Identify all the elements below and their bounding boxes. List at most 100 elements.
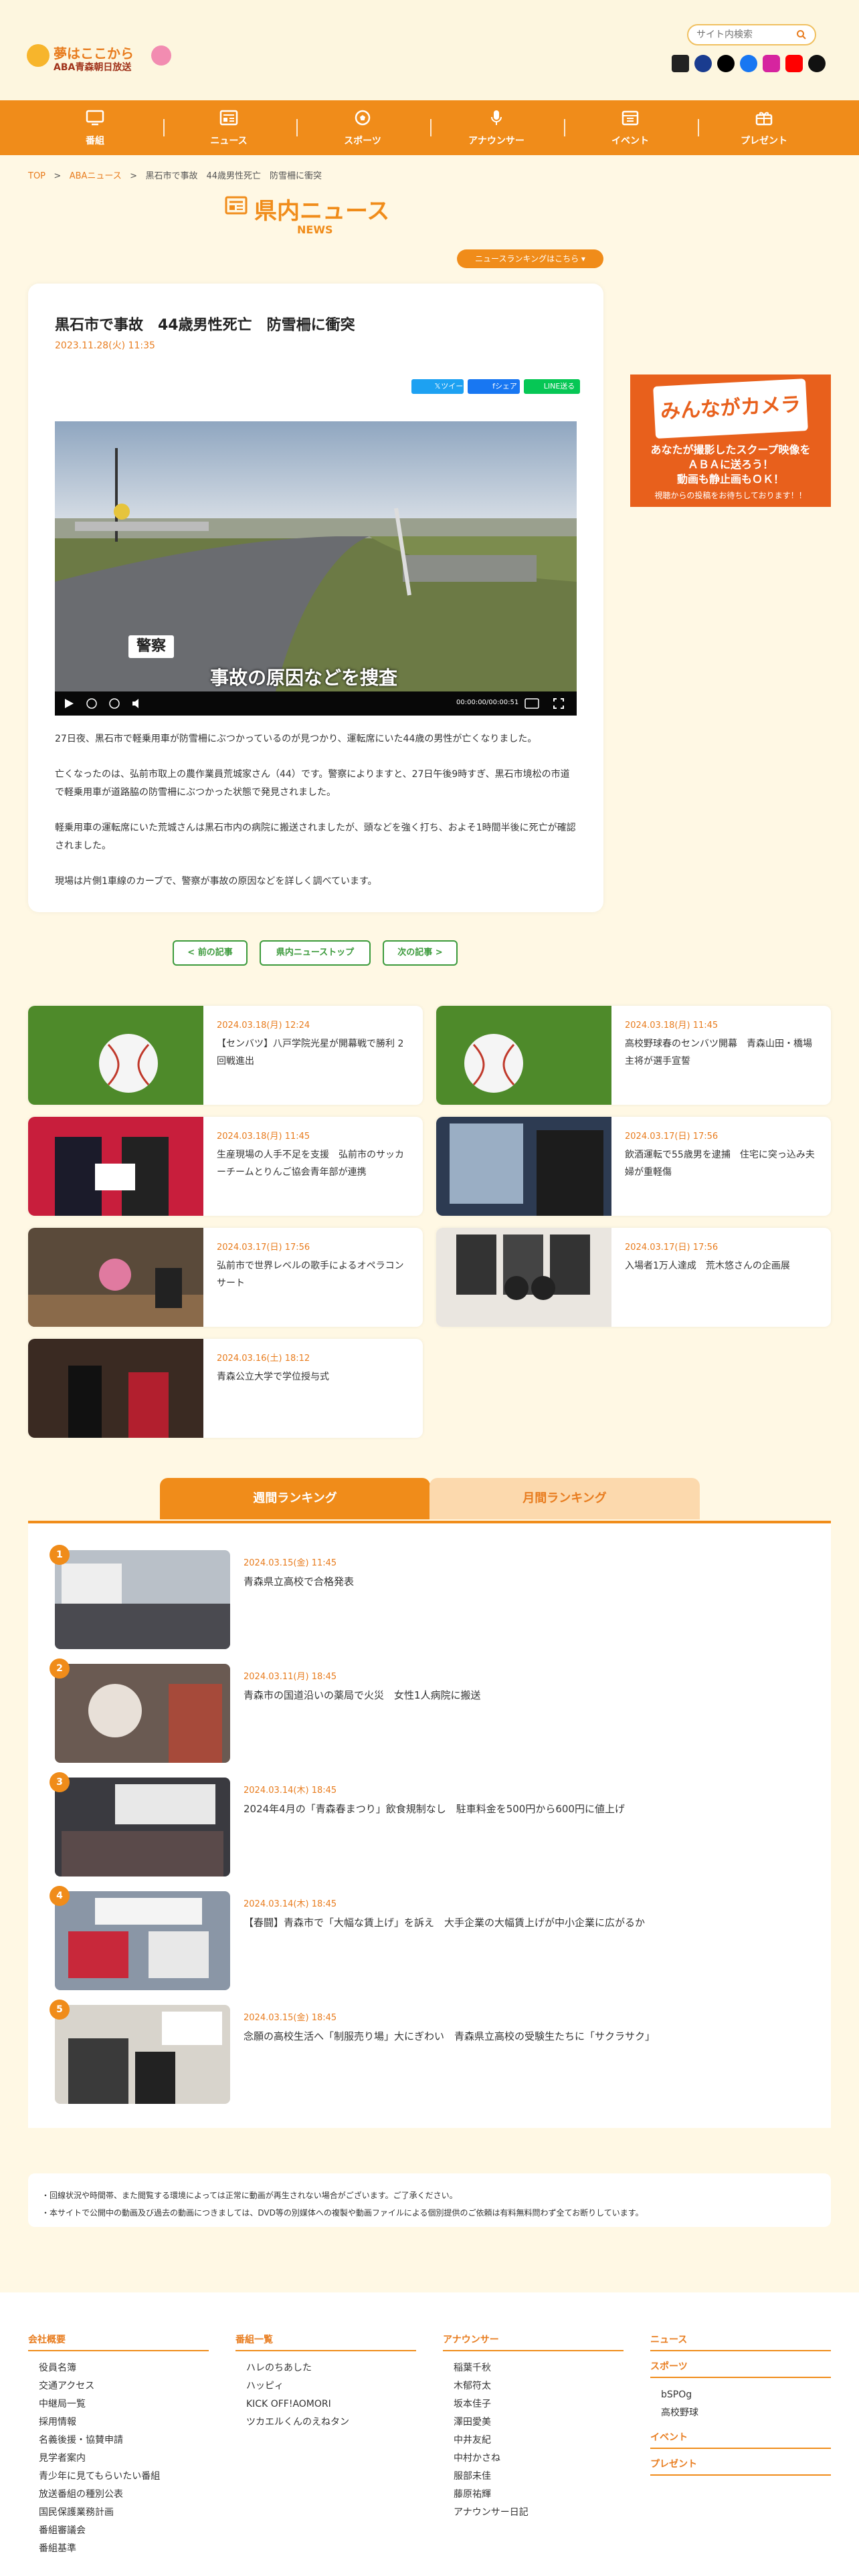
news-date: 2024.03.17(日) 17:56 bbox=[625, 1132, 719, 1142]
footer-link[interactable]: ハレのちあした bbox=[235, 2359, 416, 2377]
line-send-button[interactable]: LINE 送る bbox=[524, 379, 580, 394]
news-card[interactable]: 2024.03.17(日) 17:56 飲酒運転で55歳男を逮捕 住宅に突っ込み… bbox=[436, 1117, 831, 1216]
footer-link[interactable]: 坂本佳子 bbox=[443, 2395, 624, 2413]
tiktok-icon[interactable] bbox=[808, 55, 826, 72]
microphone-icon bbox=[491, 110, 502, 125]
abema-icon[interactable] bbox=[672, 55, 689, 72]
ranking-date: 2024.03.14(木) 18:45 bbox=[244, 1786, 337, 1796]
footer-link[interactable]: KICK OFF!AOMORI bbox=[235, 2395, 416, 2413]
nav-label: イベント bbox=[611, 136, 649, 146]
footer-link[interactable]: 中村かさね bbox=[443, 2450, 624, 2468]
ranking-thumbnail bbox=[55, 2005, 230, 2104]
footer-heading[interactable]: 会社概要 bbox=[28, 2333, 209, 2351]
footer-link[interactable]: 役員名簿 bbox=[28, 2359, 209, 2377]
footer-link[interactable]: ツカエルくんのえねタン bbox=[235, 2413, 416, 2432]
subtitles-icon[interactable] bbox=[524, 698, 539, 709]
news-card[interactable]: 2024.03.18(月) 12:24 【センバツ】八戸学院光星が開幕戦で勝利 … bbox=[28, 1006, 423, 1105]
footer-heading[interactable]: アナウンサー bbox=[443, 2333, 624, 2351]
footer-link[interactable]: 稲葉千秋 bbox=[443, 2359, 624, 2377]
tweet-button[interactable]: 𝕏 ツイート bbox=[411, 379, 464, 405]
prev-article-button[interactable]: < 前の記事 bbox=[173, 940, 248, 966]
forward-10-icon[interactable] bbox=[108, 697, 120, 710]
x-icon[interactable] bbox=[717, 55, 735, 72]
footer-link[interactable]: 国民保護業務計画 bbox=[28, 2504, 209, 2522]
footer-link[interactable]: アナウンサー日記 bbox=[443, 2504, 624, 2522]
news-card[interactable]: 2024.03.16(土) 18:12 青森公立大学で学位授与式 bbox=[28, 1339, 423, 1438]
banner-title: みんながカメラマン bbox=[653, 379, 808, 473]
bspog-icon[interactable] bbox=[694, 55, 712, 72]
ranking-item[interactable]: 1 2024.03.15(金) 11:45 青森県立高校で合格発表 bbox=[50, 1545, 791, 1650]
footer-link[interactable]: 青少年に見てもらいたい番組 bbox=[28, 2468, 209, 2486]
tab-monthly-ranking[interactable]: 月間ランキング bbox=[430, 1478, 700, 1519]
rewind-10-icon[interactable] bbox=[86, 697, 98, 710]
ranking-item[interactable]: 2 2024.03.11(月) 18:45 青森市の国道沿いの薬局で火災 女性1… bbox=[50, 1658, 791, 1764]
footer-link[interactable]: bSPOg bbox=[650, 2386, 831, 2404]
footer-link[interactable]: 中井友紀 bbox=[443, 2432, 624, 2450]
footer-heading[interactable]: イベント bbox=[650, 2430, 831, 2449]
ranking-item[interactable]: 3 2024.03.14(木) 18:45 2024年4月の「青森春まつり」飲食… bbox=[50, 1772, 791, 1878]
fullscreen-icon[interactable] bbox=[553, 697, 565, 710]
footer-link[interactable]: ハッピィ bbox=[235, 2377, 416, 2395]
minna-ga-cameraman-banner[interactable]: みんながカメラマン あなたが撮影したスクープ映像を ＡＢＡに送ろう！ 動画も静止… bbox=[630, 374, 831, 507]
youtube-icon[interactable] bbox=[785, 55, 803, 72]
ranking-thumbnail bbox=[55, 1664, 230, 1763]
facebook-share-button[interactable]: f シェア bbox=[468, 379, 520, 394]
nav-label: プレゼント bbox=[741, 136, 787, 146]
news-card[interactable]: 2024.03.17(日) 17:56 弘前市で世界レベルの歌手によるオペラコン… bbox=[28, 1228, 423, 1327]
volume-icon[interactable] bbox=[131, 697, 143, 710]
nav-item-presents[interactable]: プレゼント bbox=[714, 100, 814, 155]
banner-line: あなたが撮影したスクープ映像を bbox=[650, 443, 811, 456]
search-icon[interactable] bbox=[796, 29, 807, 40]
news-card[interactable]: 2024.03.18(月) 11:45 生産現場の人手不足を支援 弘前市のサッカ… bbox=[28, 1117, 423, 1216]
nav-item-news[interactable]: ニュース bbox=[179, 100, 279, 155]
nav-item-events[interactable]: イベント bbox=[580, 100, 680, 155]
footer-link[interactable]: 木郁符太 bbox=[443, 2377, 624, 2395]
facebook-icon[interactable] bbox=[740, 55, 757, 72]
footer-link[interactable]: 番組基準 bbox=[28, 2540, 209, 2558]
nav-item-programs[interactable]: 番組 bbox=[45, 100, 145, 155]
footer-link[interactable]: 採用情報 bbox=[28, 2413, 209, 2432]
footer-link[interactable]: 澤田愛美 bbox=[443, 2413, 624, 2432]
site-search[interactable] bbox=[687, 24, 816, 45]
ranking-item[interactable]: 4 2024.03.14(木) 18:45 【春闘】青森市で「大幅な賃上げ」を訴… bbox=[50, 1886, 791, 1992]
instagram-icon[interactable] bbox=[763, 55, 780, 72]
gift-icon bbox=[755, 112, 773, 126]
notice-line: ・本サイトで公開中の動画及び過去の動画につきましては、DVD等の別媒体への複製や… bbox=[41, 2208, 644, 2218]
footer-heading[interactable]: プレゼント bbox=[650, 2457, 831, 2476]
footer-link[interactable]: 名義後援・協賛申請 bbox=[28, 2432, 209, 2450]
ranking-tabs: 週間ランキング 月間ランキング bbox=[28, 1478, 831, 1522]
video-caption: 事故の原因などを捜査 bbox=[210, 667, 398, 689]
line-label: 送る bbox=[560, 382, 575, 391]
footer-link[interactable]: 服部未佳 bbox=[443, 2468, 624, 2486]
video-player[interactable]: 警察 事故の原因などを捜査 00:00:00/00:00:51 bbox=[55, 421, 577, 716]
news-top-button[interactable]: 県内ニューストップ bbox=[260, 940, 371, 966]
search-input[interactable] bbox=[696, 29, 790, 41]
news-card[interactable]: 2024.03.17(日) 17:56 入場者1万人達成 荒木悠さんの企画展 bbox=[436, 1228, 831, 1327]
footer-link[interactable]: 見学者案内 bbox=[28, 2450, 209, 2468]
footer-link[interactable]: 交通アクセス bbox=[28, 2377, 209, 2395]
breadcrumb-top-link[interactable]: TOP bbox=[28, 171, 45, 181]
nav-item-sports[interactable]: スポーツ bbox=[312, 100, 413, 155]
footer-heading[interactable]: 番組一覧 bbox=[235, 2333, 416, 2351]
news-card[interactable]: 2024.03.18(月) 11:45 高校野球春のセンバツ開幕 青森山田・橋場… bbox=[436, 1006, 831, 1105]
footer-heading[interactable]: スポーツ bbox=[650, 2359, 831, 2378]
footer-link[interactable]: 放送番組の種別公表 bbox=[28, 2486, 209, 2504]
ranking-date: 2024.03.14(木) 18:45 bbox=[244, 1899, 337, 1909]
breadcrumb: TOP > ABAニュース > 黒石市で事故 44歳男性死亡 防雪柵に衝突 bbox=[28, 169, 322, 181]
next-article-button[interactable]: 次の記事 > bbox=[383, 940, 458, 966]
footer-link[interactable]: 高校野球 bbox=[650, 2404, 831, 2422]
footer-link[interactable]: 中継局一覧 bbox=[28, 2395, 209, 2413]
footer-link[interactable]: 藤原祐輝 bbox=[443, 2486, 624, 2504]
footer-link[interactable]: 番組審議会 bbox=[28, 2522, 209, 2540]
news-title: 高校野球春のセンバツ開幕 青森山田・橋場主将が選手宣誓 bbox=[625, 1039, 812, 1067]
footer-heading[interactable]: ニュース bbox=[650, 2333, 831, 2351]
tab-weekly-ranking[interactable]: 週間ランキング bbox=[160, 1478, 430, 1519]
news-ranking-button[interactable]: ニュースランキングはこちら ▾ bbox=[457, 249, 603, 268]
play-icon[interactable] bbox=[63, 697, 75, 710]
ranking-item[interactable]: 5 2024.03.15(金) 18:45 念願の高校生活へ「制服売り場」大にぎ… bbox=[50, 2000, 791, 2105]
nav-divider bbox=[698, 119, 699, 136]
ranking-title: 青森県立高校で合格発表 bbox=[244, 1576, 355, 1588]
nav-item-announcers[interactable]: アナウンサー bbox=[446, 100, 547, 155]
breadcrumb-news-link[interactable]: ABAニュース bbox=[70, 171, 122, 181]
aba-logo[interactable]: 夢はここから ABA青森朝日放送 bbox=[27, 41, 171, 75]
